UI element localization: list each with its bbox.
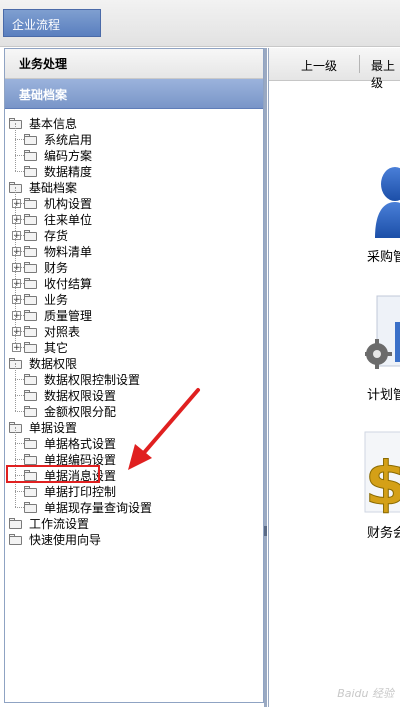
annotation-arrow [128,388,200,470]
watermark-text: Baidu 经验 [337,687,394,700]
